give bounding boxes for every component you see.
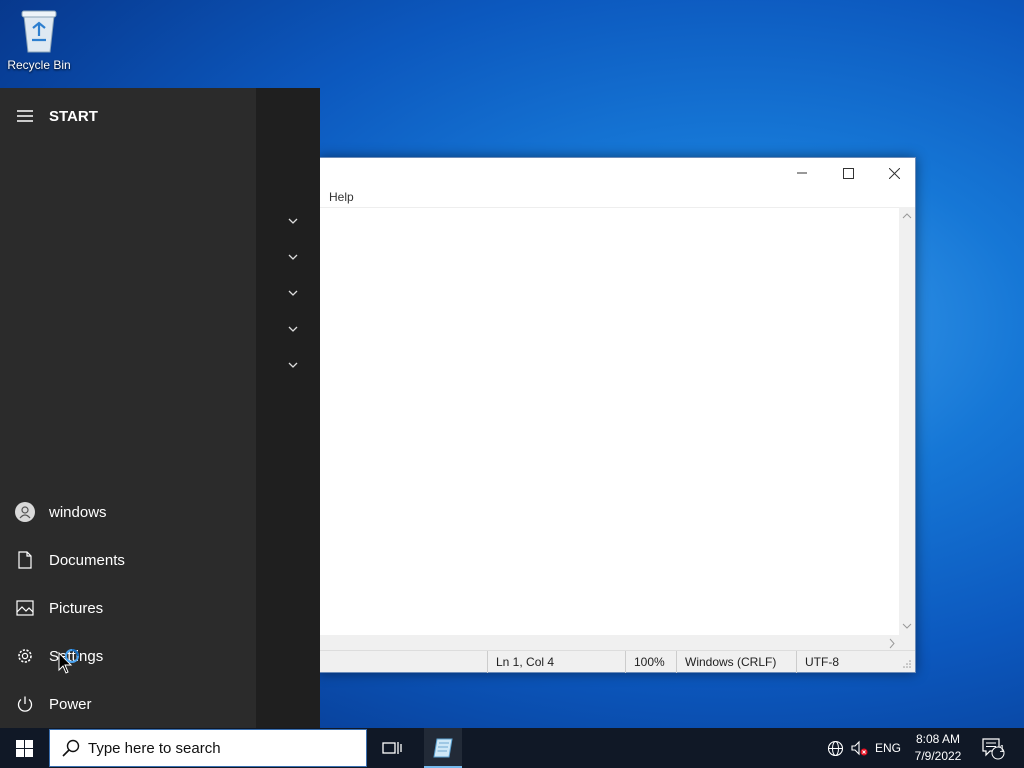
resize-grip-icon[interactable] — [902, 659, 912, 669]
network-status-button[interactable] — [824, 728, 846, 768]
status-encoding: UTF-8 — [796, 651, 901, 673]
recycle-bin-label: Recycle Bin — [7, 58, 71, 72]
pictures-icon — [15, 598, 35, 618]
status-line-ending: Windows (CRLF) — [676, 651, 796, 673]
notepad-menu-bar: Help — [319, 188, 915, 207]
start-item-label: Power — [49, 695, 92, 713]
start-item-user[interactable]: windows — [0, 489, 256, 535]
chevron-down-icon[interactable] — [286, 358, 300, 372]
start-button[interactable] — [0, 728, 48, 768]
start-title: START — [49, 107, 98, 125]
taskbar-notepad-button[interactable] — [424, 728, 462, 768]
start-item-label: Pictures — [49, 599, 104, 617]
start-item-label: windows — [49, 503, 107, 521]
volume-muted-icon — [851, 740, 868, 755]
search-icon — [62, 739, 80, 757]
clock-time: 8:08 AM — [915, 732, 961, 746]
vertical-scrollbar[interactable] — [899, 207, 915, 635]
windows-logo-icon — [15, 739, 33, 757]
action-center-button[interactable]: 1 — [978, 728, 1008, 768]
maximize-icon — [842, 167, 854, 179]
minimize-button[interactable] — [779, 158, 825, 188]
close-button[interactable] — [871, 158, 917, 188]
hamburger-menu-icon[interactable] — [17, 110, 33, 122]
clock-date: 7/9/2022 — [914, 749, 962, 763]
task-view-button[interactable] — [372, 728, 412, 768]
close-icon — [888, 167, 900, 179]
status-zoom: 100% — [625, 651, 676, 673]
chevron-down-icon[interactable] — [286, 322, 300, 336]
start-item-power[interactable]: Power — [0, 681, 256, 727]
notepad-window: Help Ln 1, Col 4 100% Windows (CRLF) UTF… — [318, 157, 916, 673]
scroll-down-icon[interactable] — [899, 619, 915, 633]
gear-icon — [15, 646, 35, 666]
globe-icon — [827, 740, 843, 756]
recycle-bin-icon — [21, 10, 57, 53]
clock[interactable]: 8:08 AM 7/9/2022 — [908, 728, 968, 768]
notepad-status-bar: Ln 1, Col 4 100% Windows (CRLF) UTF-8 — [319, 650, 915, 673]
search-placeholder: Type here to search — [88, 739, 221, 757]
taskbar-search-box[interactable]: Type here to search — [49, 729, 367, 767]
power-icon — [15, 694, 35, 714]
start-item-settings[interactable]: Settings — [0, 633, 256, 679]
notepad-app-icon — [433, 738, 453, 758]
taskbar: Type here to search ENG 8:08 AM 7/9/2022 — [0, 728, 1024, 768]
menu-help[interactable]: Help — [329, 190, 354, 204]
document-icon — [15, 550, 35, 570]
input-language-button[interactable]: ENG — [872, 728, 904, 768]
start-item-label: Documents — [49, 551, 125, 569]
chevron-down-icon[interactable] — [286, 286, 300, 300]
task-view-icon — [382, 742, 402, 754]
recycle-bin-shortcut[interactable]: Recycle Bin — [4, 6, 74, 72]
notepad-text-area[interactable] — [319, 207, 901, 635]
notification-count-badge: 1 — [999, 744, 1005, 755]
minimize-icon — [797, 172, 807, 174]
user-icon — [15, 502, 35, 522]
volume-button[interactable] — [848, 728, 870, 768]
chevron-down-icon[interactable] — [286, 214, 300, 228]
chevron-down-icon[interactable] — [286, 250, 300, 264]
start-header: START — [0, 102, 98, 130]
start-menu: START windows Documents Pictures Setting… — [0, 88, 320, 728]
start-tiles-area — [256, 88, 320, 728]
start-item-documents[interactable]: Documents — [0, 537, 256, 583]
start-item-pictures[interactable]: Pictures — [0, 585, 256, 631]
status-position: Ln 1, Col 4 — [487, 651, 625, 673]
notepad-title-bar[interactable] — [319, 158, 915, 188]
maximize-button[interactable] — [825, 158, 871, 188]
mouse-cursor-icon — [58, 649, 79, 674]
scroll-up-icon[interactable] — [899, 209, 915, 223]
